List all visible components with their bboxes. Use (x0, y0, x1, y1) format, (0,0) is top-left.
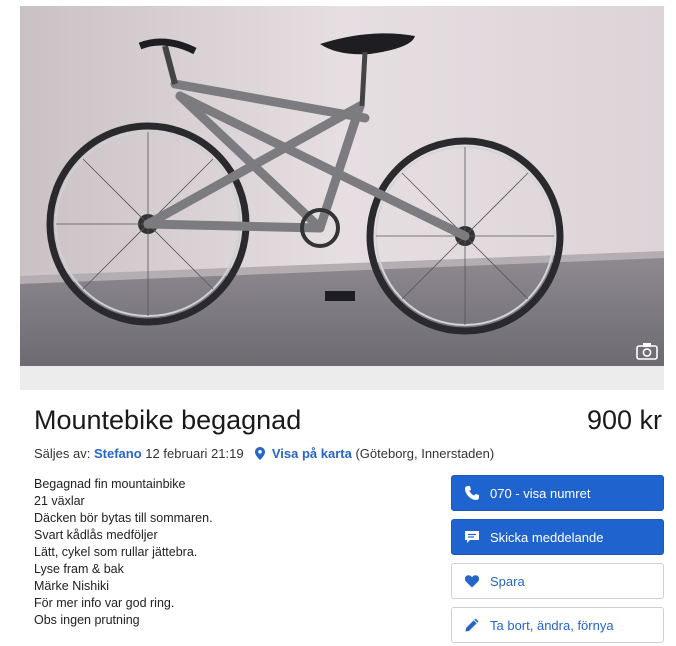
send-message-label: Skicka meddelande (490, 529, 604, 545)
description-line: 21 växlar (34, 494, 85, 508)
seller-info: Säljes av: Stefano 12 februari 21:19 Vis… (34, 446, 494, 461)
pencil-icon (465, 618, 479, 632)
description-line: Lyse fram & bak (34, 562, 124, 576)
edit-listing-label: Ta bort, ändra, förnya (490, 617, 614, 633)
map-link[interactable]: Visa på karta (272, 446, 352, 461)
listing-price: 900 kr (586, 405, 662, 435)
description-line: För mer info var god ring. (34, 596, 175, 610)
save-button[interactable]: Spara (451, 563, 664, 599)
map-pin-icon (255, 447, 266, 460)
posted-date: 12 februari 21:19 (145, 446, 244, 461)
camera-icon[interactable] (636, 342, 658, 360)
show-phone-label: 070 - visa numret (490, 485, 591, 501)
location-text: (Göteborg, Innerstaden) (355, 446, 495, 461)
description-line: Obs ingen prutning (34, 613, 140, 627)
description-line: Svart kådlås medföljer (34, 528, 158, 542)
seller-name-link[interactable]: Stefano (94, 446, 142, 461)
chat-bubble-icon (465, 531, 479, 543)
bicycle-photo (20, 6, 664, 366)
edit-listing-button[interactable]: Ta bort, ändra, förnya (451, 607, 664, 643)
seller-prefix: Säljes av: (34, 446, 91, 461)
show-phone-button[interactable]: 070 - visa numret (451, 475, 664, 511)
listing-description: Begagnad fin mountainbike 21 växlar Däck… (34, 476, 213, 629)
save-label: Spara (490, 573, 525, 589)
listing-photo[interactable] (20, 6, 664, 366)
listing-title: Mountebike begagnad (34, 405, 302, 435)
send-message-button[interactable]: Skicka meddelande (451, 519, 664, 555)
description-line: Däcken bör bytas till sommaren. (34, 511, 213, 525)
description-line: Lätt, cykel som rullar jättebra. (34, 545, 198, 559)
phone-icon (465, 486, 479, 500)
description-line: Märke Nishiki (34, 579, 110, 593)
heart-icon (464, 575, 480, 588)
photo-thumbnail-strip (20, 366, 664, 390)
description-line: Begagnad fin mountainbike (34, 477, 186, 491)
